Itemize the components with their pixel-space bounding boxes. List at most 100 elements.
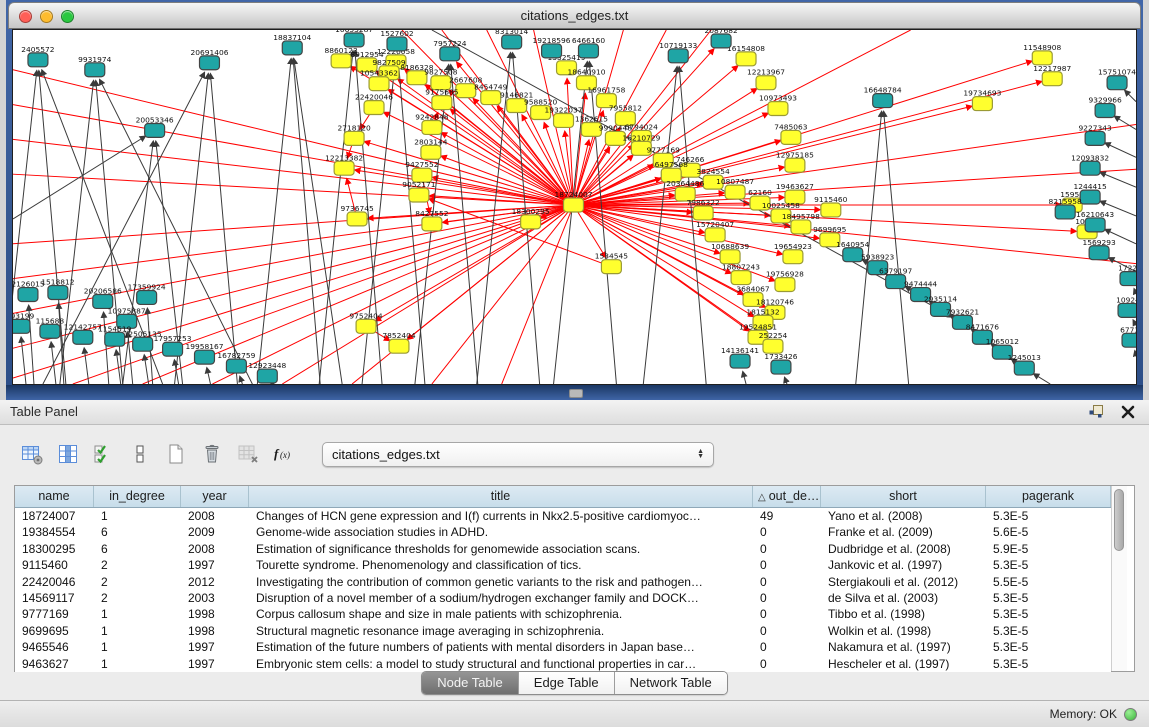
table-cell[interactable]: Corpus callosum shape and size in male p…	[249, 606, 753, 622]
table-cell[interactable]: 5.3E-5	[986, 606, 1111, 622]
network-node[interactable]: 2126015	[13, 280, 45, 302]
table-mode-icon[interactable]	[18, 441, 45, 468]
network-node[interactable]: 12213967	[747, 68, 785, 90]
network-edge[interactable]	[21, 337, 26, 384]
minimize-window-button[interactable]	[40, 10, 53, 23]
table-cell[interactable]: Genome-wide association studies in ADHD.	[249, 524, 753, 540]
network-node[interactable]: 9931974	[78, 55, 112, 77]
network-edge[interactable]	[282, 205, 573, 384]
network-node[interactable]: 20053346	[136, 115, 174, 137]
network-edge[interactable]	[884, 111, 909, 384]
column-header-short[interactable]: short	[821, 486, 986, 507]
table-row[interactable]: 946362711997Embryonic stem cells: a mode…	[15, 656, 1111, 672]
table-cell[interactable]: 5.3E-5	[986, 557, 1111, 573]
network-node[interactable]: 7957224	[433, 39, 467, 61]
table-cell[interactable]: Franke et al. (2009)	[821, 524, 986, 540]
network-node[interactable]: 10973493	[759, 94, 797, 116]
table-cell[interactable]: 2008	[181, 541, 249, 557]
table-cell[interactable]: 5.5E-5	[986, 574, 1111, 590]
network-node[interactable]: 16648784	[864, 86, 902, 108]
network-node[interactable]: 8313014	[495, 30, 529, 49]
network-node[interactable]: 1569293	[1082, 238, 1116, 260]
network-node[interactable]: 16154808	[727, 44, 765, 66]
column-header-pagerank[interactable]: pagerank	[986, 486, 1111, 507]
network-edge[interactable]	[1034, 374, 1051, 384]
table-cell[interactable]: 6	[94, 524, 181, 540]
table-cell[interactable]: 0	[753, 590, 821, 606]
network-node[interactable]: 20206586	[84, 287, 122, 309]
network-node[interactable]: 10653287	[335, 30, 373, 47]
table-cell[interactable]: 1998	[181, 606, 249, 622]
table-cell[interactable]: 18724007	[15, 508, 94, 524]
float-window-icon[interactable]	[1087, 403, 1105, 421]
table-cell[interactable]: 0	[753, 557, 821, 573]
show-column-icon[interactable]	[54, 441, 81, 468]
network-node[interactable]: 12975185	[776, 150, 814, 172]
network-edge[interactable]	[13, 205, 574, 279]
table-cell[interactable]: Wolkin et al. (1998)	[821, 623, 986, 639]
column-header-title[interactable]: title	[249, 486, 753, 507]
table-cell[interactable]: 1997	[181, 639, 249, 655]
network-edge[interactable]	[13, 71, 37, 384]
table-selector-dropdown[interactable]: citations_edges.txt ▲▼	[322, 442, 714, 467]
network-node[interactable]: 252254	[759, 331, 788, 353]
table-cell[interactable]: 1	[94, 508, 181, 524]
table-row[interactable]: 946554611997Estimation of the future num…	[15, 639, 1111, 655]
network-edge[interactable]	[128, 332, 133, 384]
table-row[interactable]: 1456911722003Disruption of a novel membe…	[15, 590, 1111, 606]
table-cell[interactable]: 0	[753, 541, 821, 557]
network-edge[interactable]	[1125, 90, 1136, 101]
table-cell[interactable]: Yano et al. (2008)	[821, 508, 986, 524]
network-node[interactable]: 9227343	[1078, 123, 1112, 145]
table-cell[interactable]: 5.3E-5	[986, 639, 1111, 655]
network-edge[interactable]	[352, 205, 573, 384]
network-edge[interactable]	[13, 205, 574, 244]
table-row[interactable]: 2242004622012Investigating the contribut…	[15, 574, 1111, 590]
network-node[interactable]: 2405572	[21, 45, 54, 67]
table-cell[interactable]: 1	[94, 606, 181, 622]
table-cell[interactable]: 2008	[181, 508, 249, 524]
network-node[interactable]: 15751074	[1098, 68, 1136, 90]
table-cell[interactable]: 9115460	[15, 557, 94, 573]
column-header-out_de[interactable]: △out_de…	[753, 486, 821, 507]
network-node[interactable]: 22420046	[355, 93, 393, 115]
vertical-scrollbar[interactable]	[1111, 486, 1127, 671]
table-cell[interactable]: 14569117	[15, 590, 94, 606]
close-window-button[interactable]	[19, 10, 32, 23]
network-node[interactable]: 18837104	[273, 33, 311, 55]
column-header-year[interactable]: year	[181, 486, 249, 507]
table-cell[interactable]: 0	[753, 639, 821, 655]
table-cell[interactable]: 49	[753, 508, 821, 524]
network-edge[interactable]	[785, 377, 787, 384]
delete-column-icon[interactable]	[198, 441, 225, 468]
table-cell[interactable]: Investigating the contribution of common…	[249, 574, 753, 590]
table-row[interactable]: 911546021997Tourette syndrome. Phenomeno…	[15, 557, 1111, 573]
table-cell[interactable]: 2012	[181, 574, 249, 590]
network-edge[interactable]	[1105, 143, 1136, 157]
network-window-titlebar[interactable]: citations_edges.txt	[8, 2, 1141, 29]
table-cell[interactable]: 0	[753, 524, 821, 540]
table-cell[interactable]: 5.3E-5	[986, 656, 1111, 672]
network-node[interactable]: 14136141	[721, 346, 759, 368]
table-cell[interactable]: 18300295	[15, 541, 94, 557]
column-header-name[interactable]: name	[15, 486, 94, 507]
table-cell[interactable]: 1	[94, 656, 181, 672]
table-cell[interactable]: 2009	[181, 524, 249, 540]
network-node[interactable]: 20691406	[190, 48, 228, 70]
table-cell[interactable]: Embryonic stem cells: a model to study s…	[249, 656, 753, 672]
network-node[interactable]: 393199	[13, 311, 34, 333]
table-cell[interactable]: Stergiakouli et al. (2012)	[821, 574, 986, 590]
network-node[interactable]: 7852404	[382, 331, 416, 353]
table-cell[interactable]: Estimation of significance thresholds fo…	[249, 541, 753, 557]
network-node[interactable]: 12213382	[325, 153, 363, 175]
table-cell[interactable]: 1	[94, 639, 181, 655]
table-row[interactable]: 977716911998Corpus callosum shape and si…	[15, 606, 1111, 622]
table-cell[interactable]: Structural magnetic resonance image aver…	[249, 623, 753, 639]
network-edge[interactable]	[13, 139, 574, 205]
tab-network-table[interactable]: Network Table	[614, 672, 727, 694]
table-cell[interactable]: 1	[94, 623, 181, 639]
table-cell[interactable]: 5.6E-5	[986, 524, 1111, 540]
network-edge[interactable]	[51, 342, 56, 384]
network-edge[interactable]	[293, 59, 320, 384]
table-cell[interactable]: 2	[94, 574, 181, 590]
